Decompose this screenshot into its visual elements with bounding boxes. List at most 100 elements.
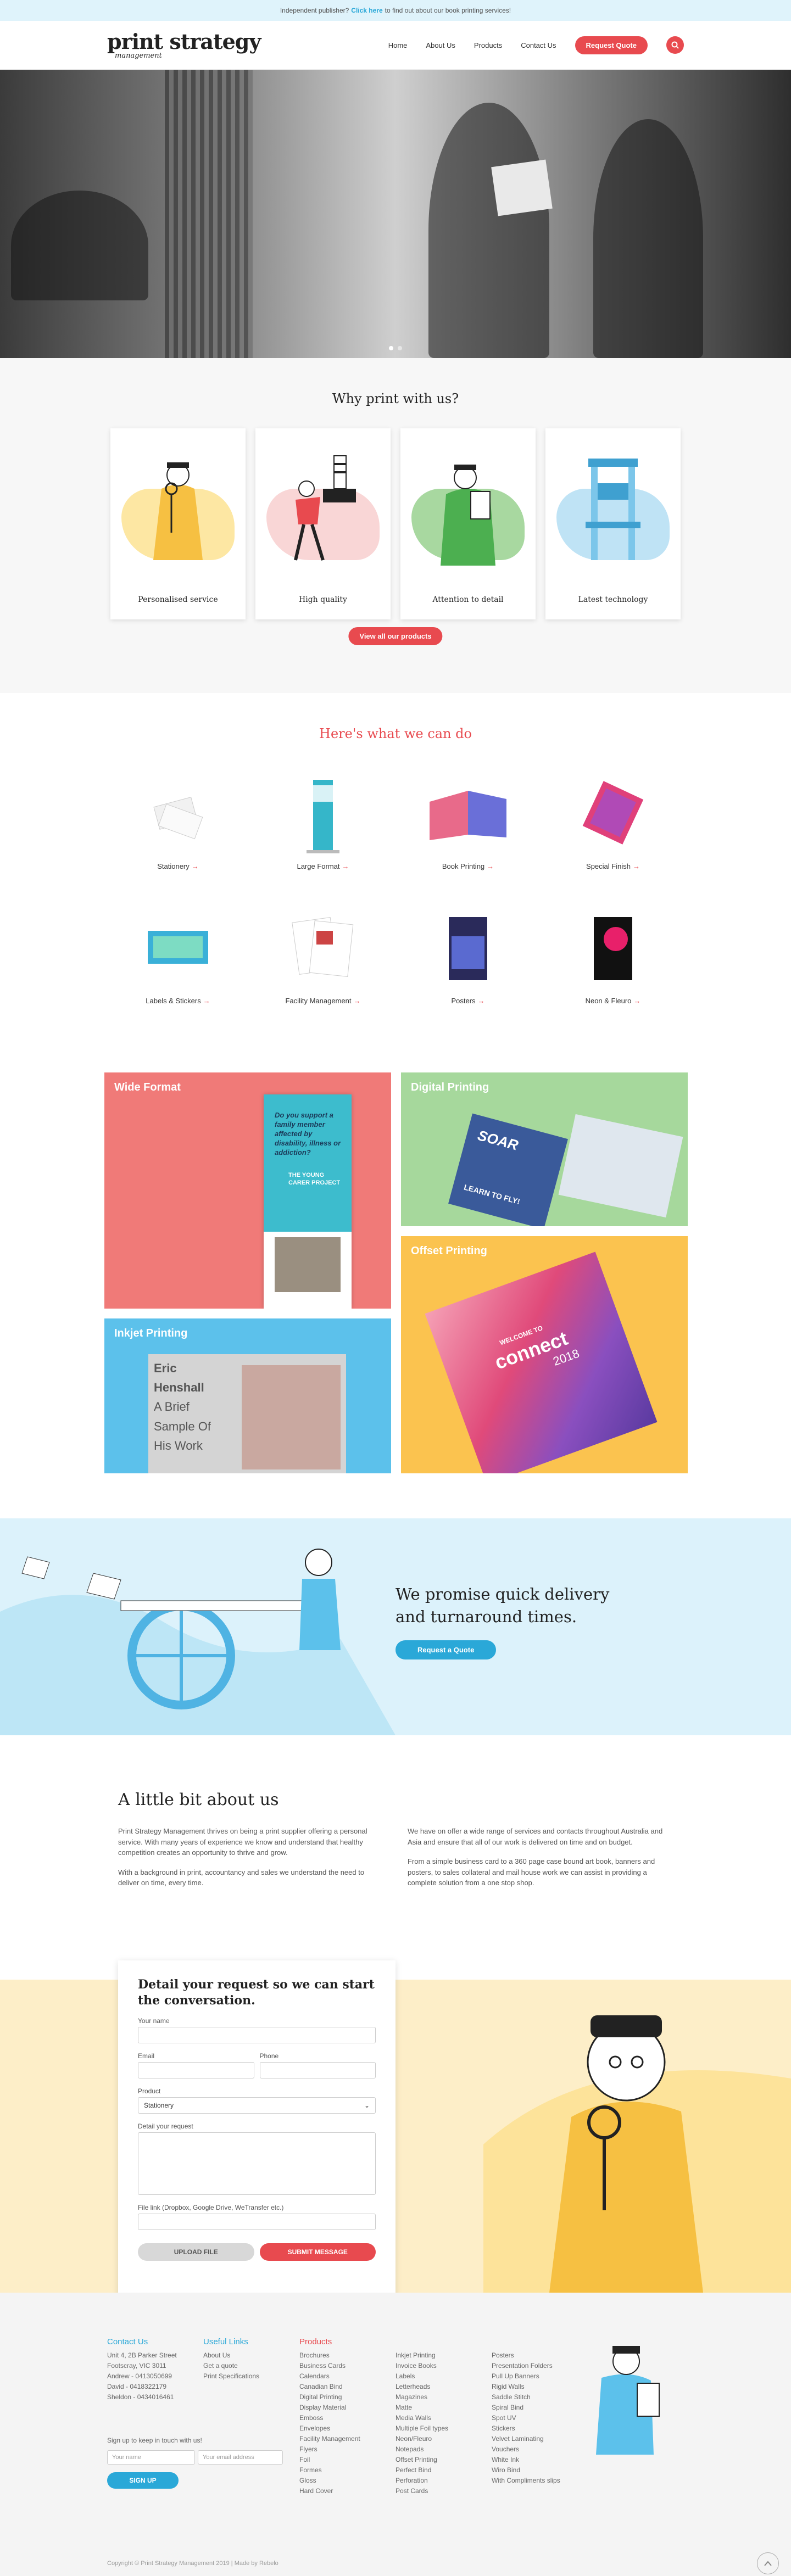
name-input[interactable] [138, 2027, 376, 2044]
footer-product-link[interactable]: Rigid Walls [492, 2382, 560, 2392]
footer-product-link[interactable]: Spot UV [492, 2413, 560, 2423]
service-special-finish[interactable]: Special Finish → [544, 769, 682, 881]
footer-product-link[interactable]: Posters [492, 2350, 560, 2361]
footer-product-link[interactable]: Wiro Bind [492, 2465, 560, 2476]
banner-mockup: Do you support a family member affected … [264, 1094, 352, 1309]
footer-product-link[interactable]: Multiple Foil types [396, 2423, 448, 2434]
inkjet-book: Eric Henshall A Brief Sample Of His Work [148, 1354, 346, 1473]
service-stationery[interactable]: Stationery → [109, 769, 247, 881]
tile-inkjet-printing[interactable]: Inkjet Printing Eric Henshall A Brief Sa… [104, 1318, 391, 1473]
detail-textarea[interactable] [138, 2132, 376, 2195]
footer-product-link[interactable]: Display Material [299, 2402, 360, 2413]
nav-about[interactable]: About Us [426, 41, 455, 49]
footer-product-link[interactable]: Matte [396, 2402, 448, 2413]
footer-product-link[interactable]: White Ink [492, 2455, 560, 2465]
detail-label: Detail your request [138, 2122, 193, 2131]
footer-product-link[interactable]: Emboss [299, 2413, 360, 2423]
nav-products[interactable]: Products [474, 41, 502, 49]
service-book-printing[interactable]: Book Printing → [399, 769, 537, 881]
footer-product-link[interactable]: Calendars [299, 2371, 360, 2382]
footer-product-link[interactable]: Magazines [396, 2392, 448, 2402]
footer-product-link[interactable]: With Compliments slips [492, 2476, 560, 2486]
flyer-inside [558, 1114, 683, 1218]
footer-product-link[interactable]: Gloss [299, 2476, 360, 2486]
footer-link[interactable]: About Us [203, 2350, 259, 2361]
footer-product-link[interactable]: Vouchers [492, 2444, 560, 2455]
footer-product-link[interactable]: Formes [299, 2465, 360, 2476]
name-label: Your name [138, 2017, 170, 2025]
request-a-quote-button[interactable]: Request a Quote [396, 1640, 497, 1659]
submit-message-button[interactable]: SUBMIT MESSAGE [259, 2243, 376, 2261]
footer-product-link[interactable]: Flyers [299, 2444, 360, 2455]
service-posters[interactable]: Posters → [399, 903, 537, 1016]
service-label: Special Finish [586, 862, 631, 870]
telephone-man-illustration [483, 2015, 791, 2293]
footer-product-link[interactable]: Spiral Bind [492, 2402, 560, 2413]
footer-product-link[interactable]: Letterheads [396, 2382, 448, 2392]
newsletter-email-input[interactable]: Your email address [198, 2450, 283, 2465]
footer-product-link[interactable]: Perforation [396, 2476, 448, 2486]
footer-product-link[interactable]: Neon/Fleuro [396, 2434, 448, 2444]
footer-link[interactable]: Get a quote [203, 2361, 259, 2371]
footer-product-link[interactable]: Presentation Folders [492, 2361, 560, 2371]
newsletter-name-input[interactable]: Your name [107, 2450, 195, 2465]
poster-image [449, 917, 487, 980]
footer-product-link[interactable]: Labels [396, 2371, 448, 2382]
email-input[interactable] [138, 2062, 254, 2079]
request-quote-button[interactable]: Request Quote [575, 36, 648, 54]
service-label: Facility Management [285, 997, 352, 1005]
footer-contact-line: Unit 4, 2B Parker Street [107, 2351, 177, 2359]
footer-product-link[interactable]: Post Cards [396, 2486, 448, 2496]
footer-product-link[interactable]: Velvet Laminating [492, 2434, 560, 2444]
logo[interactable]: print strategy management [107, 31, 261, 59]
tile-wide-format[interactable]: Wide Format Do you support a family memb… [104, 1072, 391, 1309]
product-selected: Stationery [144, 2102, 174, 2110]
footer-product-link[interactable]: Brochures [299, 2350, 360, 2361]
service-facility-management[interactable]: Facility Management → [254, 903, 392, 1016]
footer-contact-line[interactable]: Sheldon - 0434016461 [107, 2392, 177, 2402]
quote-request-form: Detail your request so we can start the … [118, 1960, 396, 2315]
nav-contact[interactable]: Contact Us [521, 41, 556, 49]
footer-product-link[interactable]: Digital Printing [299, 2392, 360, 2402]
why-section: Why print with us? Personalised service [0, 358, 791, 693]
footer-product-link[interactable]: Stickers [492, 2423, 560, 2434]
tile-digital-printing[interactable]: Digital Printing SOAR LEARN TO FLY! [401, 1072, 688, 1226]
product-select[interactable]: Stationery ⌄ [138, 2097, 376, 2114]
footer-product-link[interactable]: Envelopes [299, 2423, 360, 2434]
footer-product-link[interactable]: Inkjet Printing [396, 2350, 448, 2361]
hero-figure-worker [11, 191, 148, 300]
footer-product-link[interactable]: Foil [299, 2455, 360, 2465]
slider-dot-1[interactable] [389, 346, 393, 350]
footer-contact-line[interactable]: David - 0418322179 [107, 2382, 177, 2392]
footer-product-link[interactable]: Invoice Books [396, 2361, 448, 2371]
footer-product-link[interactable]: Facility Management [299, 2434, 360, 2444]
banner-image [307, 780, 339, 853]
footer-product-link[interactable]: Perfect Bind [396, 2465, 448, 2476]
footer-product-link[interactable]: Pull Up Banners [492, 2371, 560, 2382]
view-products-button[interactable]: View all our products [348, 627, 443, 645]
footer-products-col-1: Products Brochures Business Cards Calend… [299, 2337, 360, 2496]
search-button[interactable] [666, 36, 684, 54]
footer-product-link[interactable]: Notepads [396, 2444, 448, 2455]
sign-up-button[interactable]: SIGN UP [107, 2472, 179, 2489]
file-link-input[interactable] [138, 2214, 376, 2231]
footer-product-link[interactable]: Business Cards [299, 2361, 360, 2371]
back-to-top-button[interactable] [757, 2552, 779, 2574]
service-large-format[interactable]: Large Format → [254, 769, 392, 881]
nav-home[interactable]: Home [388, 41, 408, 49]
announcement-link[interactable]: Click here [351, 7, 382, 14]
upload-file-button[interactable]: UPLOAD FILE [138, 2243, 254, 2261]
inkjet-line: Eric [154, 1361, 177, 1375]
footer-product-link[interactable]: Hard Cover [299, 2486, 360, 2496]
footer-product-link[interactable]: Media Walls [396, 2413, 448, 2423]
service-neon-fleuro[interactable]: Neon & Fleuro → [544, 903, 682, 1016]
service-labels-stickers[interactable]: Labels & Stickers → [109, 903, 247, 1016]
footer-product-link[interactable]: Canadian Bind [299, 2382, 360, 2392]
slider-dot-2[interactable] [398, 346, 402, 350]
footer-product-link[interactable]: Offset Printing [396, 2455, 448, 2465]
tile-offset-printing[interactable]: Offset Printing WELCOME TO connect 2018 [401, 1236, 688, 1473]
footer-contact-line[interactable]: Andrew - 0413050699 [107, 2371, 177, 2382]
phone-input[interactable] [259, 2062, 376, 2079]
footer-product-link[interactable]: Saddle Stitch [492, 2392, 560, 2402]
footer-link[interactable]: Print Specifications [203, 2371, 259, 2382]
